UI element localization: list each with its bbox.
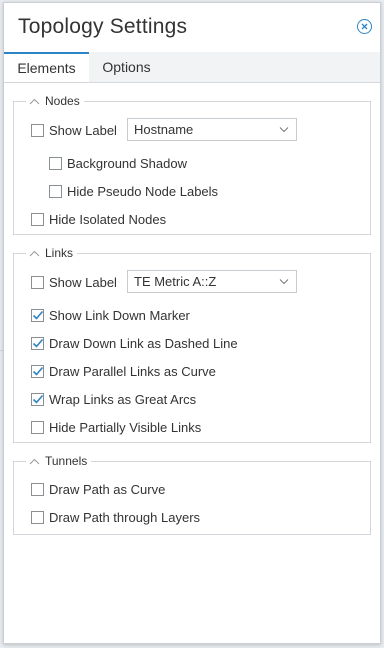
checkmark-icon xyxy=(32,366,44,376)
draw-path-layers-text: Draw Path through Layers xyxy=(49,509,201,525)
checkmark-icon xyxy=(32,338,44,348)
show-link-down-checkbox[interactable] xyxy=(31,308,44,322)
draw-path-curve-checkbox[interactable] xyxy=(31,482,44,496)
tunnels-group: Tunnels Draw Path as Curve Draw Path thr… xyxy=(13,454,371,535)
nodes-show-label-row[interactable]: Show Label xyxy=(31,121,117,139)
background-shadow-checkbox[interactable] xyxy=(49,156,62,170)
links-show-label-text: Show Label xyxy=(49,274,117,290)
links-show-label-row[interactable]: Show Label xyxy=(31,273,117,291)
topology-settings-panel: Topology Settings Elements Options Nodes… xyxy=(3,2,381,644)
draw-path-layers-row[interactable]: Draw Path through Layers xyxy=(31,508,200,526)
hide-isolated-checkbox[interactable] xyxy=(31,212,44,226)
checkmark-icon xyxy=(32,394,44,404)
tab-bar: Elements Options xyxy=(4,52,380,83)
links-label-select[interactable]: TE Metric A::Z xyxy=(127,270,297,293)
wrap-great-arcs-row[interactable]: Wrap Links as Great Arcs xyxy=(31,390,196,408)
tab-options[interactable]: Options xyxy=(89,52,164,82)
nodes-label-select-value: Hostname xyxy=(134,122,194,137)
nodes-show-label-checkbox[interactable] xyxy=(31,123,44,137)
draw-path-curve-text: Draw Path as Curve xyxy=(49,481,166,497)
tunnels-group-label: Tunnels xyxy=(45,454,88,468)
draw-down-dashed-text: Draw Down Link as Dashed Line xyxy=(49,335,238,351)
close-icon[interactable] xyxy=(357,19,372,34)
background-shadow-row[interactable]: Background Shadow xyxy=(49,154,187,172)
links-group: Links Show Label TE Metric A::Z Show Lin… xyxy=(13,246,371,443)
draw-path-curve-row[interactable]: Draw Path as Curve xyxy=(31,480,165,498)
wrap-great-arcs-checkbox[interactable] xyxy=(31,392,44,406)
wrap-great-arcs-text: Wrap Links as Great Arcs xyxy=(49,391,197,407)
draw-parallel-curve-text: Draw Parallel Links as Curve xyxy=(49,363,216,379)
hide-isolated-row[interactable]: Hide Isolated Nodes xyxy=(31,210,166,228)
chevron-up-icon xyxy=(29,98,40,104)
links-group-header[interactable]: Links xyxy=(26,246,78,260)
hide-pseudo-row[interactable]: Hide Pseudo Node Labels xyxy=(49,182,218,200)
nodes-group: Nodes Show Label Hostname Background Sha… xyxy=(13,94,371,235)
nodes-group-header[interactable]: Nodes xyxy=(26,94,84,108)
hide-partial-text: Hide Partially Visible Links xyxy=(49,419,202,435)
links-group-label: Links xyxy=(45,246,74,260)
nodes-label-select[interactable]: Hostname xyxy=(127,118,297,141)
draw-path-layers-checkbox[interactable] xyxy=(31,510,44,524)
draw-down-dashed-checkbox[interactable] xyxy=(31,336,44,350)
draw-parallel-curve-row[interactable]: Draw Parallel Links as Curve xyxy=(31,362,216,380)
chevron-up-icon xyxy=(29,458,40,464)
chevron-down-icon xyxy=(279,279,289,285)
links-label-select-value: TE Metric A::Z xyxy=(134,274,217,289)
panel-title: Topology Settings xyxy=(18,15,188,38)
show-link-down-text: Show Link Down Marker xyxy=(49,307,190,323)
chevron-down-icon xyxy=(279,127,289,133)
chevron-up-icon xyxy=(29,250,40,256)
draw-down-dashed-row[interactable]: Draw Down Link as Dashed Line xyxy=(31,334,238,352)
background-shadow-text: Background Shadow xyxy=(67,155,187,171)
checkmark-icon xyxy=(32,310,44,320)
links-show-label-checkbox[interactable] xyxy=(31,275,44,289)
nodes-group-label: Nodes xyxy=(45,94,80,108)
tab-elements[interactable]: Elements xyxy=(4,52,89,82)
hide-partial-checkbox[interactable] xyxy=(31,420,44,434)
show-link-down-row[interactable]: Show Link Down Marker xyxy=(31,306,190,324)
tunnels-group-header[interactable]: Tunnels xyxy=(26,454,92,468)
hide-isolated-text: Hide Isolated Nodes xyxy=(49,211,167,227)
hide-partial-row[interactable]: Hide Partially Visible Links xyxy=(31,418,201,436)
hide-pseudo-text: Hide Pseudo Node Labels xyxy=(67,183,219,199)
nodes-show-label-text: Show Label xyxy=(49,122,117,138)
draw-parallel-curve-checkbox[interactable] xyxy=(31,364,44,378)
hide-pseudo-checkbox[interactable] xyxy=(49,184,62,198)
